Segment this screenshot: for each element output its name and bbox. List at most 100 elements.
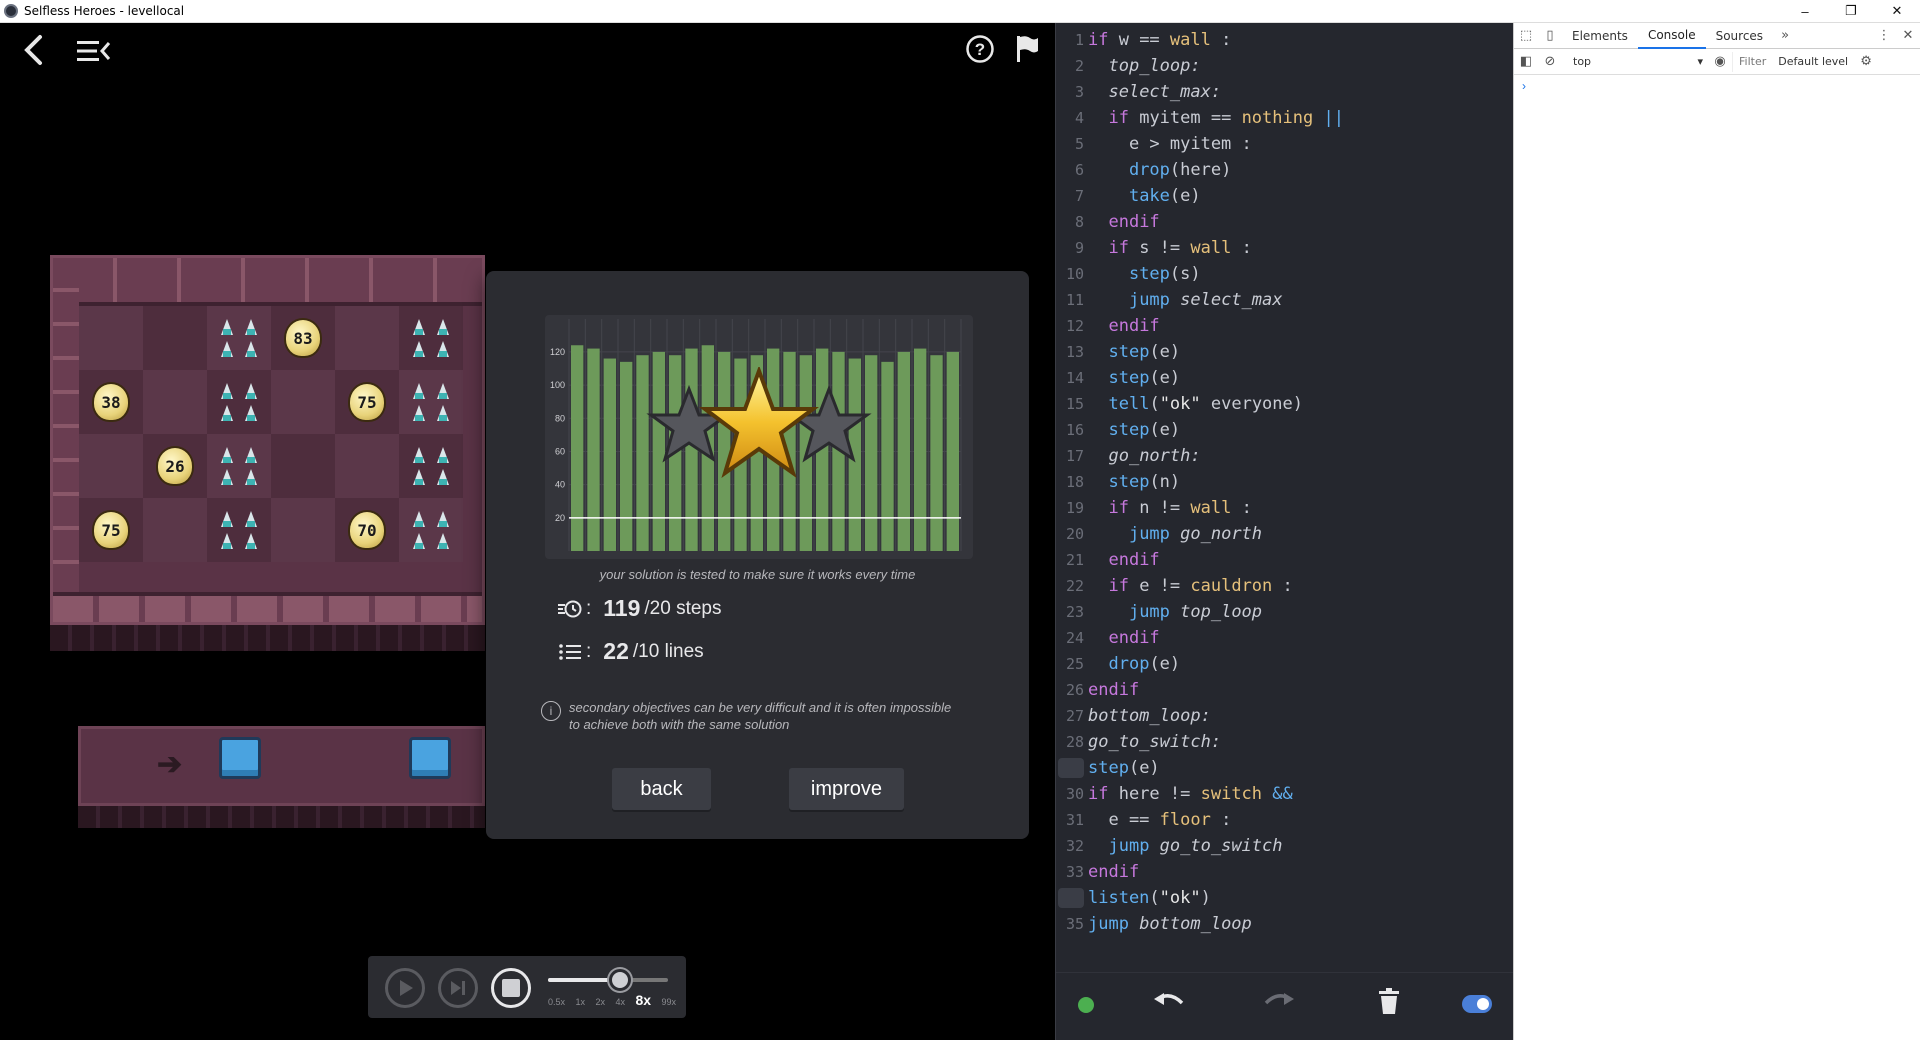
code-line[interactable]: 12 endif — [1056, 313, 1514, 339]
code-line[interactable]: 2 top_loop: — [1056, 53, 1514, 79]
speed-slider[interactable] — [548, 969, 668, 991]
egg-item: 75 — [92, 510, 130, 550]
app-icon — [4, 4, 18, 18]
code-token: here != — [1118, 784, 1201, 804]
device-toolbar-icon[interactable]: ▯ — [1538, 24, 1562, 48]
kebab-menu-icon[interactable]: ⋮ — [1872, 24, 1896, 48]
speed-slider-knob[interactable] — [609, 969, 631, 991]
code-token: step — [1128, 264, 1170, 284]
context-select[interactable]: top ▾ — [1568, 51, 1708, 72]
code-token: floor — [1159, 810, 1211, 830]
code-token: ) — [1200, 888, 1211, 908]
code-line[interactable]: 1 if w == wall : — [1056, 27, 1514, 53]
improve-button[interactable]: improve — [789, 768, 904, 810]
code-line[interactable]: 17 go_north: — [1056, 443, 1514, 469]
speed-label[interactable]: 0.5x — [548, 997, 565, 1007]
code-line[interactable]: 30 if here != switch && — [1056, 781, 1514, 807]
inspect-element-icon[interactable]: ⬚ — [1514, 24, 1538, 48]
code-line[interactable]: 23 jump top_loop — [1056, 599, 1514, 625]
code-line[interactable]: 6 drop (here) — [1056, 157, 1514, 183]
code-lines[interactable]: 1 if w == wall :2 top_loop: 3 select_max: 4… — [1056, 27, 1514, 937]
restore-icon[interactable]: ❐ — [1828, 0, 1874, 22]
stop-icon[interactable] — [491, 968, 531, 1008]
minimize-icon[interactable]: – — [1782, 0, 1828, 22]
back-arrow-icon[interactable] — [18, 35, 48, 65]
tab-sources[interactable]: Sources — [1706, 23, 1773, 49]
code-line[interactable]: 8 endif — [1056, 209, 1514, 235]
code-token: (e) — [1128, 758, 1160, 778]
breakpoint-marker[interactable] — [1058, 758, 1084, 778]
menu-icon[interactable] — [74, 37, 112, 65]
code-line[interactable]: step (e) — [1056, 755, 1514, 781]
arrow-tile-icon: ➔ — [157, 748, 183, 781]
code-line[interactable]: 22 if e != cauldron : — [1056, 573, 1514, 599]
code-line[interactable]: 25 drop (e) — [1056, 651, 1514, 677]
speed-label[interactable]: 1x — [575, 997, 585, 1007]
code-token: go_north: — [1108, 446, 1201, 466]
step-forward-icon[interactable] — [438, 968, 478, 1008]
tab-console[interactable]: Console — [1637, 23, 1706, 49]
speed-label[interactable]: 8x — [635, 992, 651, 1008]
code-token: endif — [1108, 550, 1160, 570]
code-line[interactable]: 27 bottom_loop: — [1056, 703, 1514, 729]
undo-icon[interactable] — [1152, 989, 1186, 1015]
breakpoint-marker[interactable] — [1058, 888, 1084, 908]
code-line[interactable]: 32 jump go_to_switch — [1056, 833, 1514, 859]
code-line[interactable]: 15 tell("ok" everyone) — [1056, 391, 1514, 417]
code-token: if — [1088, 30, 1119, 50]
code-line[interactable]: 5 e > myitem : — [1056, 131, 1514, 157]
board-cell — [143, 370, 207, 434]
code-line[interactable]: 21 endif — [1056, 547, 1514, 573]
toggle-switch[interactable] — [1462, 995, 1492, 1013]
code-line[interactable]: 4 if myitem == nothing || — [1056, 105, 1514, 131]
speed-label[interactable]: 4x — [615, 997, 625, 1007]
flag-icon[interactable] — [1012, 33, 1042, 65]
redo-icon[interactable] — [1262, 989, 1296, 1015]
code-line[interactable]: 16 step (e) — [1056, 417, 1514, 443]
settings-gear-icon[interactable]: ⚙ — [1854, 50, 1878, 74]
help-icon[interactable]: ? — [964, 33, 996, 65]
code-line[interactable]: 10 step (s) — [1056, 261, 1514, 287]
code-line[interactable]: 19 if n != wall : — [1056, 495, 1514, 521]
code-line[interactable]: 31 e == floor : — [1056, 807, 1514, 833]
code-token: wall — [1190, 498, 1232, 518]
tab-elements[interactable]: Elements — [1562, 23, 1638, 49]
code-line[interactable]: 26 endif — [1056, 677, 1514, 703]
code-line[interactable]: 18 step (n) — [1056, 469, 1514, 495]
trash-icon[interactable] — [1378, 987, 1400, 1015]
code-line[interactable]: 33 endif — [1056, 859, 1514, 885]
console-prompt[interactable]: › — [1522, 79, 1526, 93]
code-line[interactable]: listen("ok") — [1056, 885, 1514, 911]
back-button[interactable]: back — [612, 768, 711, 810]
close-window-icon[interactable]: ✕ — [1874, 0, 1920, 22]
code-line[interactable]: 11 jump select_max — [1056, 287, 1514, 313]
code-line[interactable]: 28 go_to_switch: — [1056, 729, 1514, 755]
filter-input[interactable]: Filter — [1732, 51, 1772, 72]
clear-console-icon[interactable]: ⊘ — [1538, 50, 1562, 74]
code-line[interactable]: 24 endif — [1056, 625, 1514, 651]
code-line[interactable]: 20 jump go_north — [1056, 521, 1514, 547]
close-devtools-icon[interactable]: ✕ — [1896, 24, 1920, 48]
code-token: : — [1231, 498, 1252, 518]
code-line[interactable]: 3 select_max: — [1056, 79, 1514, 105]
lines-value: 22 — [603, 638, 629, 664]
chart-bar — [620, 361, 633, 551]
line-number: 23 — [1065, 603, 1084, 621]
more-tabs-icon[interactable]: » — [1773, 24, 1797, 48]
code-line[interactable]: 35 jump bottom_loop — [1056, 911, 1514, 937]
sidebar-toggle-icon[interactable]: ◧ — [1514, 50, 1538, 74]
code-line[interactable]: 14 step (e) — [1056, 365, 1514, 391]
log-level-select[interactable]: Default level — [1772, 55, 1854, 68]
code-line[interactable]: 13 step (e) — [1056, 339, 1514, 365]
eye-icon[interactable]: ◉ — [1708, 50, 1732, 74]
code-line[interactable]: 7 take (e) — [1056, 183, 1514, 209]
chart-bar — [603, 358, 616, 551]
code-line[interactable]: 9 if s != wall : — [1056, 235, 1514, 261]
speed-label[interactable]: 2x — [595, 997, 605, 1007]
speed-label[interactable]: 99x — [661, 997, 676, 1007]
play-icon[interactable] — [385, 968, 425, 1008]
code-token: e > myitem : — [1088, 134, 1252, 154]
code-editor[interactable]: 1 if w == wall :2 top_loop: 3 select_max: 4… — [1055, 23, 1514, 1040]
